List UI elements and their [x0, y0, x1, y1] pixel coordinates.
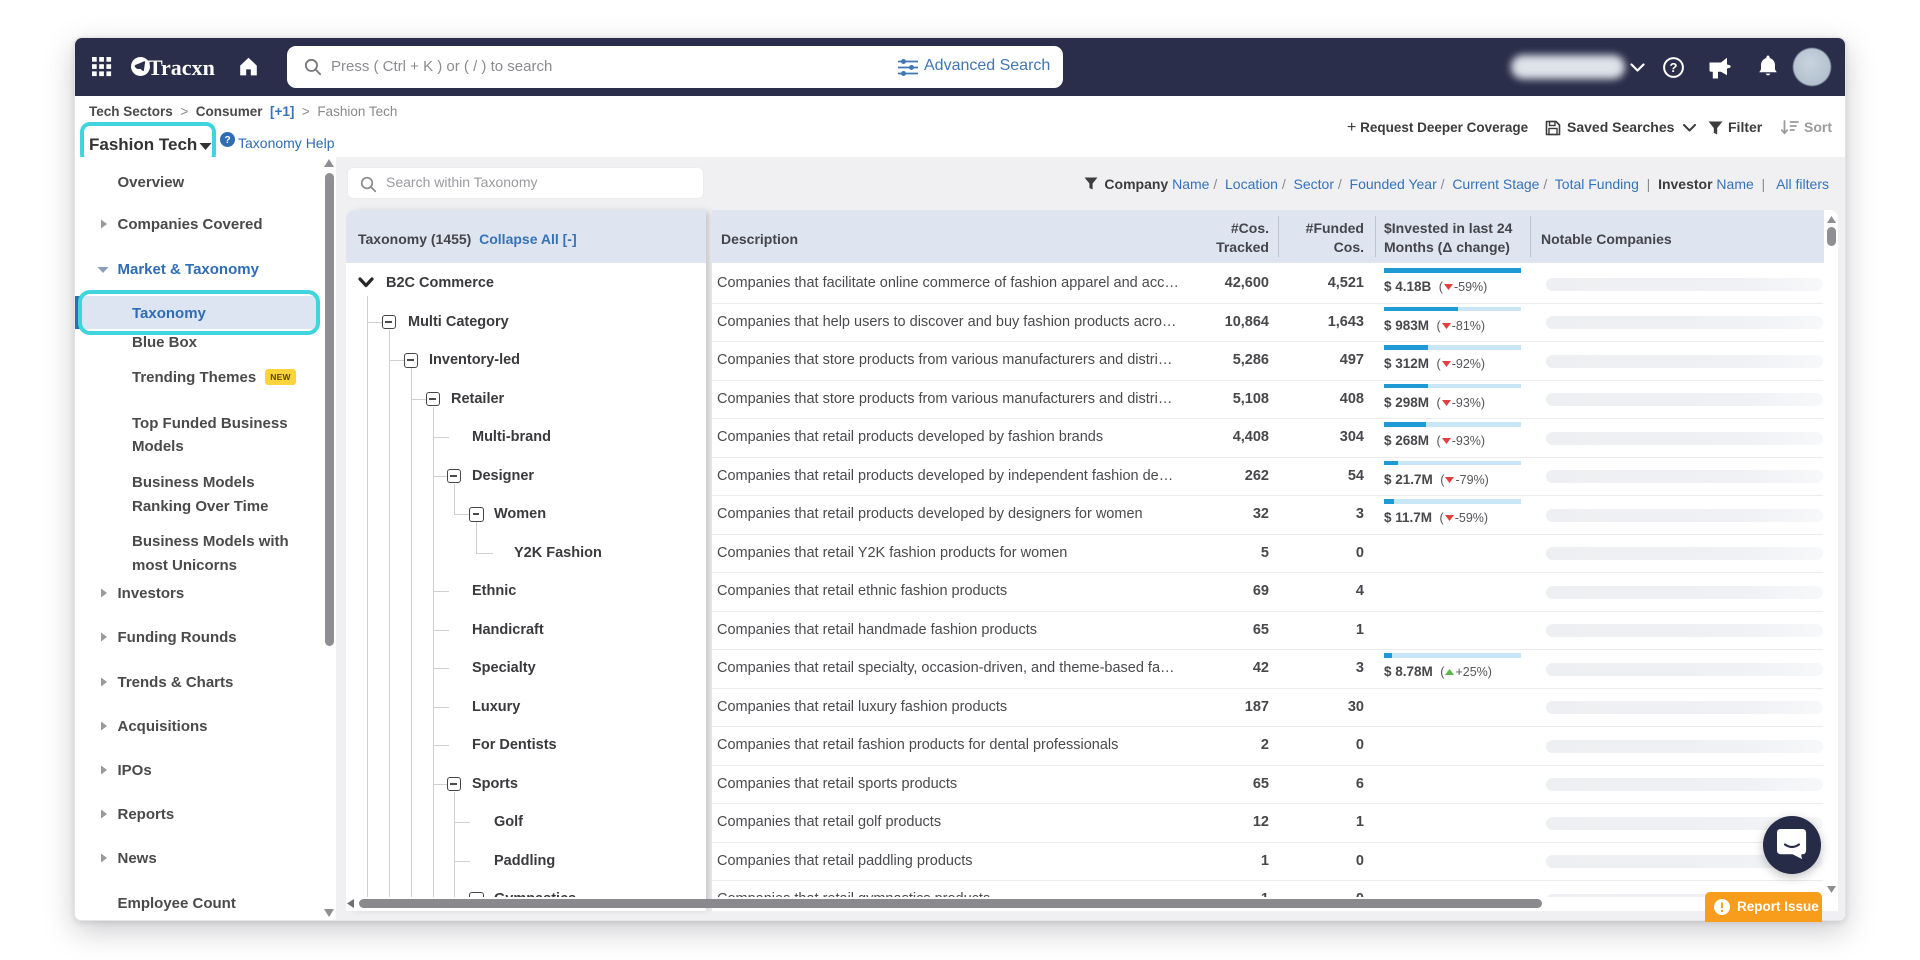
- svg-text:?: ?: [224, 135, 230, 146]
- svg-text:?: ?: [1670, 60, 1678, 75]
